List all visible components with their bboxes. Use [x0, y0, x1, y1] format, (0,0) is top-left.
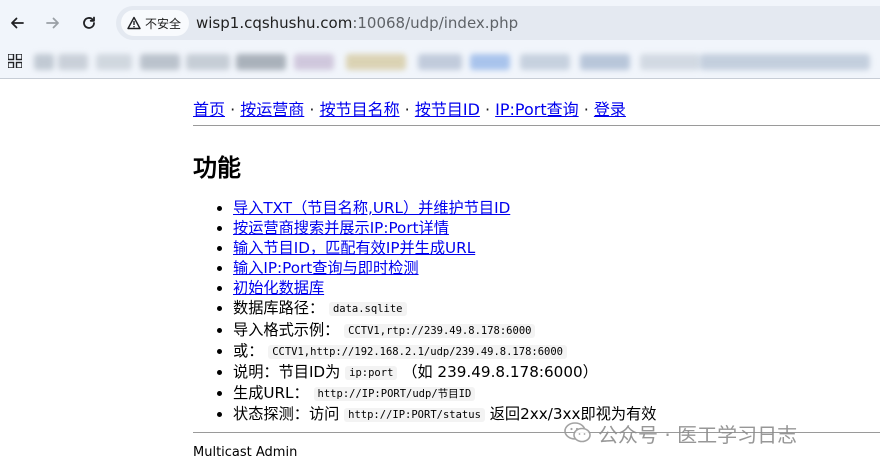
nav-divider	[193, 125, 880, 126]
list-item: 初始化数据库	[233, 278, 656, 298]
bookmark-item[interactable]	[58, 54, 88, 70]
info-code: http://IP:PORT/status	[344, 407, 485, 422]
info-label: 或：	[233, 341, 264, 360]
reload-button[interactable]	[77, 11, 101, 35]
forward-arrow-icon	[46, 17, 59, 29]
feature-link-program-id-url[interactable]: 输入节目ID，匹配有效IP并生成URL	[233, 239, 475, 257]
info-code: data.sqlite	[328, 302, 407, 317]
address-bar[interactable]: 不安全 wisp1.cqshushu.com:10068/udp/index.p…	[116, 6, 880, 40]
warning-icon	[127, 16, 141, 30]
info-item: 说明：节目ID为 ip:port （如 239.49.8.178:6000）	[233, 362, 656, 383]
list-item: 导入TXT（节目名称,URL）并维护节目ID	[233, 198, 656, 218]
watermark-text: 公众号 · 医工学习日志	[598, 422, 798, 447]
security-indicator[interactable]: 不安全	[121, 10, 190, 36]
wechat-logo-icon	[564, 422, 591, 443]
apps-button[interactable]	[7, 53, 23, 72]
feature-link-import-txt[interactable]: 导入TXT（节目名称,URL）并维护节目ID	[233, 199, 510, 217]
list-item: 输入节目ID，匹配有效IP并生成URL	[233, 238, 656, 258]
url-host: wisp1.cqshushu.com	[196, 14, 353, 32]
feature-link-ip-port-check[interactable]: 输入IP:Port查询与即时检测	[233, 259, 419, 277]
apps-grid-icon	[7, 53, 23, 69]
info-label: 说明：节目ID为	[233, 362, 341, 381]
nav-separator: ·	[399, 100, 415, 119]
info-code: http://IP:PORT/udp/节目ID	[313, 386, 476, 401]
nav-link-home[interactable]: 首页	[193, 100, 225, 119]
bookmark-item[interactable]	[34, 54, 54, 70]
info-label: 状态探测：访问	[233, 404, 340, 423]
info-item: 生成URL： http://IP:PORT/udp/节目ID	[233, 383, 656, 404]
browser-toolbar: 不安全 wisp1.cqshushu.com:10068/udp/index.p…	[0, 0, 880, 46]
back-arrow-icon	[11, 17, 24, 29]
nav-link-program-id[interactable]: 按节目ID	[415, 100, 480, 119]
feature-link-operator-search[interactable]: 按运营商搜索并展示IP:Port详情	[233, 219, 449, 237]
info-item: 数据库路径： data.sqlite	[233, 298, 656, 319]
info-label: 数据库路径：	[233, 299, 325, 318]
info-item: 或： CCTV1,http://192.168.2.1/udp/239.49.8…	[233, 341, 656, 362]
nav-link-ip-port-query[interactable]: IP:Port查询	[495, 100, 578, 119]
security-label: 不安全	[145, 16, 182, 31]
bookmark-item[interactable]	[236, 54, 286, 70]
nav-link-login[interactable]: 登录	[594, 100, 626, 119]
info-code: CCTV1,http://192.168.2.1/udp/239.49.8.17…	[268, 344, 567, 359]
url-path: :10068/udp/index.php	[352, 14, 519, 32]
bookmark-item[interactable]	[470, 54, 510, 70]
wechat-watermark: 公众号 · 医工学习日志	[564, 420, 798, 447]
bookmark-item[interactable]	[520, 54, 570, 70]
bookmark-item[interactable]	[700, 54, 870, 70]
bookmark-item[interactable]	[580, 54, 630, 70]
footer-text: Multicast Admin	[193, 445, 298, 460]
list-item: 按运营商搜索并展示IP:Port详情	[233, 218, 656, 238]
bookmark-item[interactable]	[346, 54, 406, 70]
nav-separator: ·	[304, 100, 320, 119]
bookmark-item[interactable]	[640, 54, 700, 70]
bookmarks-bar	[0, 46, 880, 78]
list-item: 输入IP:Port查询与即时检测	[233, 258, 656, 278]
feature-link-init-database[interactable]: 初始化数据库	[233, 279, 324, 297]
info-code: CCTV1,rtp://239.49.8.178:6000	[344, 323, 536, 338]
info-item: 导入格式示例： CCTV1,rtp://239.49.8.178:6000	[233, 320, 656, 341]
url-text[interactable]: wisp1.cqshushu.com:10068/udp/index.php	[196, 6, 518, 40]
page-title: 功能	[193, 154, 241, 182]
bookmark-item[interactable]	[418, 54, 462, 70]
feature-list: 导入TXT（节目名称,URL）并维护节目ID 按运营商搜索并展示IP:Port详情…	[193, 198, 656, 425]
bookmark-item[interactable]	[140, 54, 180, 70]
info-suffix: （如 239.49.8.178:6000）	[402, 362, 598, 381]
nav-link-operator[interactable]: 按运营商	[240, 100, 304, 119]
nav-link-program-name[interactable]: 按节目名称	[320, 100, 400, 119]
nav-separator: ·	[479, 100, 496, 119]
info-label: 生成URL：	[233, 383, 309, 402]
forward-button[interactable]	[41, 11, 65, 35]
top-navigation: 首页 · 按运营商 · 按节目名称 · 按节目ID · IP:Port查询 · …	[193, 96, 626, 120]
bookmark-item[interactable]	[294, 54, 334, 70]
info-label: 导入格式示例：	[233, 320, 340, 339]
back-button[interactable]	[5, 11, 29, 35]
nav-separator: ·	[578, 100, 594, 119]
bookmark-item[interactable]	[186, 54, 230, 70]
bookmark-item[interactable]	[96, 54, 132, 70]
info-code: ip:port	[345, 365, 398, 380]
chrome-divider	[0, 78, 880, 79]
nav-separator: ·	[225, 100, 241, 119]
reload-icon	[83, 16, 95, 29]
